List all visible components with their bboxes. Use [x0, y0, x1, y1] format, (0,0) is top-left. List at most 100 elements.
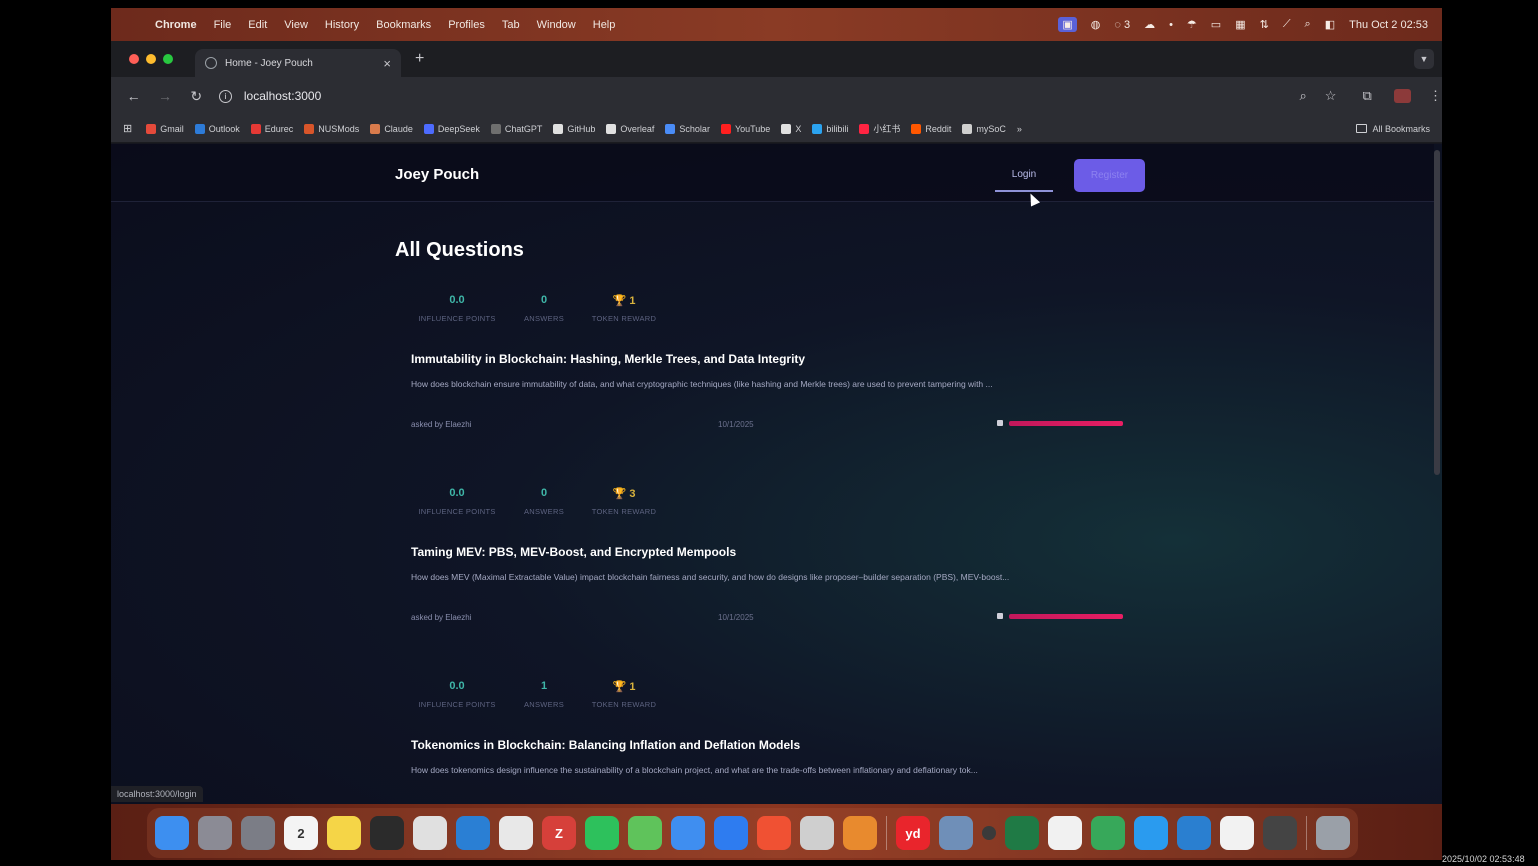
address-bar[interactable]: i localhost:3000: [218, 83, 1180, 109]
dot-icon[interactable]: •: [1169, 19, 1173, 31]
dock-chatgpt-icon[interactable]: [499, 816, 533, 850]
question-card[interactable]: 0.0 INFLUENCE POINTS 0 ANSWERS 🏆 1 TOKEN…: [395, 294, 1135, 484]
profile-avatar[interactable]: [1393, 89, 1412, 103]
tab-search-chevron-icon[interactable]: ▼: [1414, 49, 1434, 69]
question-title[interactable]: Tokenomics in Blockchain: Balancing Infl…: [411, 738, 800, 752]
forward-icon[interactable]: →: [156, 88, 173, 104]
network-icon[interactable]: ⇅: [1260, 18, 1269, 31]
dock-trash-icon[interactable]: [1316, 816, 1350, 850]
dock-terminal-icon[interactable]: [370, 816, 404, 850]
bookmark-mysoc[interactable]: mySoC: [962, 123, 1006, 134]
back-icon[interactable]: ←: [125, 88, 142, 104]
question-card[interactable]: 0.0 INFLUENCE POINTS 1 ANSWERS 🏆 1 TOKEN…: [395, 680, 1135, 804]
bookmark-x[interactable]: X: [781, 123, 801, 134]
bookmark-github[interactable]: GitHub: [553, 123, 595, 134]
address-bar-url[interactable]: localhost:3000: [244, 89, 321, 103]
chrome-menu-icon[interactable]: ⋮: [1429, 88, 1442, 104]
bookmark-youtube[interactable]: YouTube: [720, 123, 770, 134]
menubar-view[interactable]: View: [284, 19, 308, 31]
dock-wechat-icon[interactable]: [585, 816, 619, 850]
menubar-window[interactable]: Window: [537, 19, 576, 31]
tab-home[interactable]: Home - Joey Pouch ×: [195, 49, 401, 77]
register-button[interactable]: Register: [1074, 159, 1145, 192]
bookmark-chatgpt[interactable]: ChatGPT: [490, 123, 542, 134]
dock-stocks-icon[interactable]: [1177, 816, 1211, 850]
dock-mail-icon[interactable]: [671, 816, 705, 850]
dock-preview-icon[interactable]: [939, 816, 973, 850]
all-bookmarks-button[interactable]: All Bookmarks: [1356, 124, 1430, 134]
bookmark-gmail[interactable]: Gmail: [146, 123, 184, 134]
zoom-icon[interactable]: ⌕: [1300, 88, 1307, 104]
menubar-help[interactable]: Help: [593, 19, 616, 31]
control-center-icon[interactable]: ◧: [1325, 18, 1335, 31]
dock-vscode-icon[interactable]: [456, 816, 490, 850]
dock-finder-icon[interactable]: [155, 816, 189, 850]
dock-maps-icon[interactable]: [628, 816, 662, 850]
wifi-off-icon[interactable]: ⟋: [1283, 18, 1291, 31]
battery-icon[interactable]: ▭: [1211, 18, 1221, 31]
tab-close-icon[interactable]: ×: [383, 56, 391, 71]
dock-excel-icon[interactable]: [1005, 816, 1039, 850]
dock-photos-icon[interactable]: [1048, 816, 1082, 850]
site-brand[interactable]: Joey Pouch: [395, 166, 479, 183]
bookmark-overleaf[interactable]: Overleaf: [606, 123, 654, 134]
bookmarks-overflow-button[interactable]: »: [1017, 124, 1022, 134]
page-scrollbar[interactable]: [1434, 150, 1440, 475]
search-icon[interactable]: ⌕: [1305, 18, 1311, 31]
dock-youdao-icon[interactable]: yd: [896, 816, 930, 850]
dock-terminal-small-icon[interactable]: [1263, 816, 1297, 850]
dock-files-icon[interactable]: [1220, 816, 1254, 850]
cloud-sync-icon[interactable]: ☁: [1144, 18, 1155, 31]
question-tag[interactable]: [997, 613, 1123, 619]
screen-record-icon[interactable]: ▣: [1058, 17, 1077, 32]
question-title[interactable]: Immutability in Blockchain: Hashing, Mer…: [411, 352, 805, 366]
question-tag[interactable]: [997, 420, 1123, 426]
dock-numbers-icon[interactable]: [1091, 816, 1125, 850]
bookmark-deepseek[interactable]: DeepSeek: [423, 123, 480, 134]
menubar-history[interactable]: History: [325, 19, 359, 31]
input-method-icon[interactable]: ▦: [1235, 18, 1245, 31]
bookmark-bilibili[interactable]: bilibili: [812, 123, 848, 134]
login-button[interactable]: Login: [995, 158, 1053, 192]
umbrella-icon[interactable]: ☂: [1187, 18, 1197, 31]
menubar-edit[interactable]: Edit: [248, 19, 267, 31]
apps-grid-icon[interactable]: ⊞: [123, 122, 132, 135]
menubar-tab[interactable]: Tab: [502, 19, 520, 31]
menubar-file[interactable]: File: [214, 19, 232, 31]
dock-qq-icon[interactable]: [1134, 816, 1168, 850]
dock-calendar-icon[interactable]: 2: [284, 816, 318, 850]
site-info-icon[interactable]: i: [218, 89, 232, 103]
dock-appstore-icon[interactable]: [714, 816, 748, 850]
question-title[interactable]: Taming MEV: PBS, MEV-Boost, and Encrypte…: [411, 545, 736, 559]
cat-icon[interactable]: ◍: [1091, 18, 1101, 31]
dock-notes-icon[interactable]: [327, 816, 361, 850]
bookmark-xiaohongshu[interactable]: 小红书: [859, 122, 900, 135]
reload-icon[interactable]: ↻: [188, 88, 205, 105]
bookmark-reddit[interactable]: Reddit: [911, 123, 951, 134]
extensions-icon[interactable]: ⧉: [1362, 88, 1371, 104]
dock-chrome-icon[interactable]: [413, 816, 447, 850]
new-tab-button[interactable]: +: [415, 50, 424, 68]
dock-dot-icon[interactable]: [982, 826, 996, 840]
dock-keyboard-icon[interactable]: [800, 816, 834, 850]
close-window-icon[interactable]: [129, 54, 139, 64]
question-card[interactable]: 0.0 INFLUENCE POINTS 0 ANSWERS 🏆 3 TOKEN…: [395, 487, 1135, 677]
dock-git-icon[interactable]: [757, 816, 791, 850]
bookmark-scholar[interactable]: Scholar: [665, 123, 710, 134]
menubar-app-name[interactable]: Chrome: [155, 19, 197, 31]
menubar-clock[interactable]: Thu Oct 2 02:53: [1349, 19, 1428, 31]
dock-books-icon[interactable]: [843, 816, 877, 850]
bookmark-claude[interactable]: Claude: [370, 123, 413, 134]
wechat-status-icon[interactable]: ◌ 3: [1114, 19, 1130, 31]
minimize-window-icon[interactable]: [146, 54, 156, 64]
dock-zotero-icon[interactable]: Z: [542, 816, 576, 850]
bookmark-outlook[interactable]: Outlook: [194, 123, 240, 134]
bookmark-star-icon[interactable]: ☆: [1325, 88, 1337, 104]
menubar-profiles[interactable]: Profiles: [448, 19, 485, 31]
bookmark-edurec[interactable]: Edurec: [250, 123, 293, 134]
menubar-bookmarks[interactable]: Bookmarks: [376, 19, 431, 31]
dock-launchpad-icon[interactable]: [198, 816, 232, 850]
bookmark-nusmods[interactable]: NUSMods: [304, 123, 359, 134]
dock-settings-icon[interactable]: [241, 816, 275, 850]
fullscreen-window-icon[interactable]: [163, 54, 173, 64]
